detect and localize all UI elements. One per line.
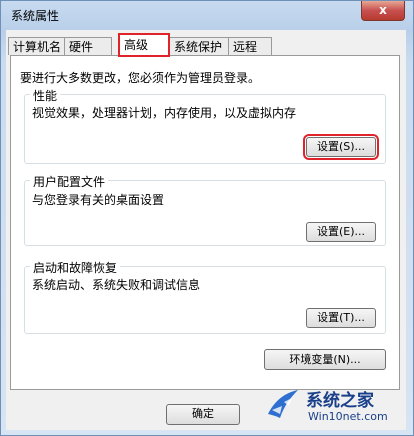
environment-variables-button[interactable]: 环境变量(N)... [264, 349, 386, 370]
watermark-name: 系统之家 [306, 391, 374, 411]
tab-remote[interactable]: 远程 [228, 37, 272, 55]
performance-description: 视觉效果，处理器计划，内存使用，以及虚拟内存 [32, 106, 297, 120]
user-profiles-description: 与您登录有关的桌面设置 [32, 193, 165, 207]
admin-notice: 要进行大多数更改，您必须作为管理员登录。 [20, 71, 261, 85]
tab-hardware[interactable]: 硬件 [64, 37, 112, 55]
user-profiles-settings-button[interactable]: 设置(E)... [306, 222, 376, 242]
performance-settings-button[interactable]: 设置(S)... [303, 134, 379, 160]
tab-advanced[interactable]: 高级 [118, 33, 170, 57]
startup-recovery-title: 启动和故障恢复 [30, 259, 121, 276]
ok-button[interactable]: 确定 [166, 404, 240, 425]
close-button[interactable]: x [361, 1, 405, 21]
watermark-url: Win10net.com [308, 410, 388, 423]
windows-logo-icon [268, 390, 298, 418]
close-icon: x [379, 3, 387, 17]
startup-recovery-settings-button[interactable]: 设置(T)... [306, 308, 376, 328]
user-profiles-title: 用户配置文件 [30, 173, 109, 190]
watermark: 系统之家 Win10net.com [262, 382, 410, 430]
performance-title: 性能 [30, 87, 61, 104]
tab-system-protection[interactable]: 系统保护 [169, 37, 229, 55]
tab-computer-name[interactable]: 计算机名 [8, 37, 65, 55]
startup-recovery-description: 系统启动、系统失败和调试信息 [32, 278, 201, 292]
window-title: 系统属性 [11, 9, 60, 23]
